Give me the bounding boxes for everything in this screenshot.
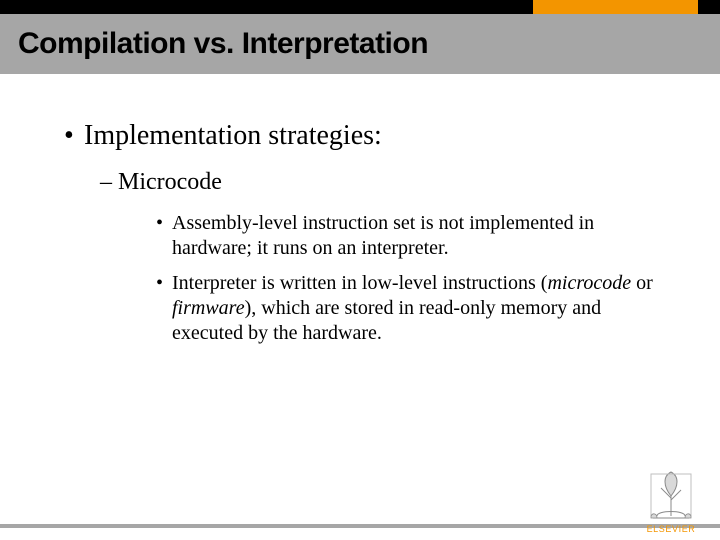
bullet-icon: • bbox=[64, 118, 84, 153]
slide: Compilation vs. Interpretation •Implemen… bbox=[0, 0, 720, 540]
level3-text-2-mid: or bbox=[631, 272, 653, 294]
level3-text-2-ital2: firmware bbox=[172, 297, 245, 319]
slide-title: Compilation vs. Interpretation bbox=[18, 27, 428, 61]
level3-text-2-pre: Interpreter is written in low-level inst… bbox=[172, 272, 547, 294]
bullet-icon: • bbox=[156, 211, 172, 236]
level3-text-2-ital1: microcode bbox=[547, 272, 631, 294]
bullet-level2: –Microcode bbox=[100, 167, 662, 197]
level1-text: Implementation strategies: bbox=[84, 120, 382, 151]
bullet-level3: •Interpreter is written in low-level ins… bbox=[156, 271, 662, 346]
level2-text: Microcode bbox=[118, 169, 222, 195]
bullet-level1: •Implementation strategies: bbox=[64, 118, 662, 153]
publisher-name: ELSEVIER bbox=[647, 524, 696, 534]
body-content: •Implementation strategies: –Microcode •… bbox=[64, 118, 662, 356]
footer-rule bbox=[0, 524, 720, 528]
title-bar: Compilation vs. Interpretation bbox=[0, 14, 720, 74]
elsevier-tree-icon bbox=[643, 466, 699, 522]
bullet-level3: •Assembly-level instruction set is not i… bbox=[156, 211, 662, 261]
dash-icon: – bbox=[100, 167, 118, 197]
level3-text-1: Assembly-level instruction set is not im… bbox=[172, 212, 594, 259]
bullet-icon: • bbox=[156, 271, 172, 296]
publisher-logo: ELSEVIER bbox=[636, 458, 706, 534]
